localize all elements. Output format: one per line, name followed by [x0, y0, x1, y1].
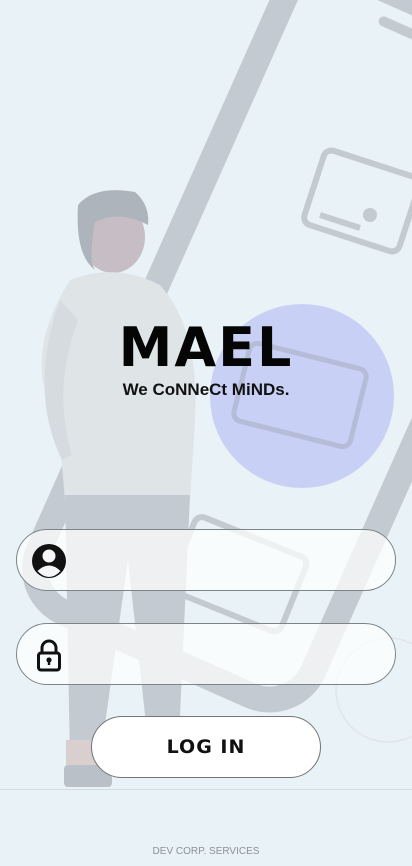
- user-circle-icon: [32, 544, 66, 578]
- login-screen: MAEL We CoNNeCt MiNDs. LOG IN DEV CORP. …: [0, 0, 412, 866]
- app-logo: MAEL: [118, 316, 294, 379]
- login-button[interactable]: LOG IN: [91, 716, 321, 778]
- username-field[interactable]: [16, 529, 396, 591]
- password-field[interactable]: [16, 623, 396, 685]
- footer-divider: [0, 789, 412, 790]
- footer-text: DEV CORP. SERVICES: [152, 846, 260, 857]
- username-input[interactable]: [79, 538, 383, 584]
- password-input[interactable]: [79, 632, 383, 678]
- lock-icon: [37, 639, 61, 672]
- card-illustration: [202, 138, 412, 255]
- app-tagline: We CoNNeCt MiNDs.: [122, 380, 290, 399]
